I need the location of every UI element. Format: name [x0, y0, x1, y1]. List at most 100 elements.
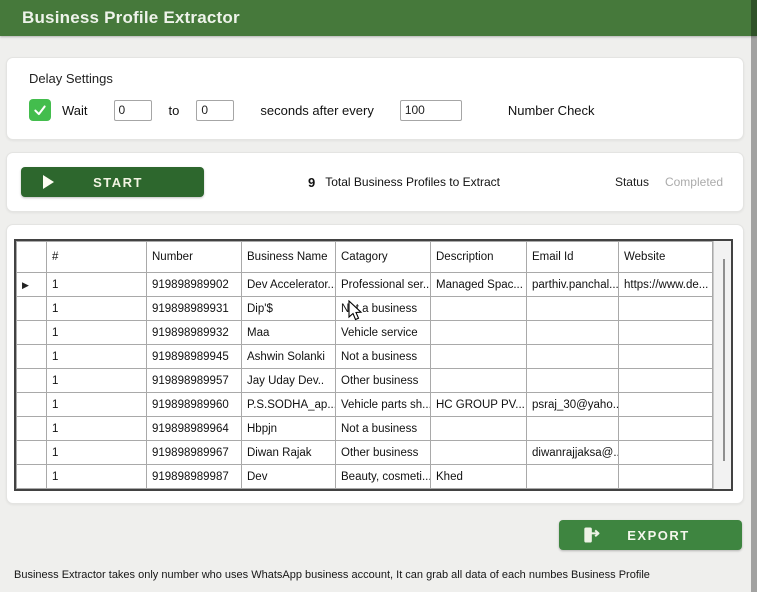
cell-email[interactable]: diwanrajjaksa@...: [527, 441, 619, 465]
status-label: Status: [615, 175, 649, 189]
table-row[interactable]: ▶1919898989902Dev Accelerator...Professi…: [17, 273, 713, 297]
wait-to-input[interactable]: [196, 100, 234, 121]
cell-number[interactable]: 919898989957: [147, 369, 242, 393]
cell-number[interactable]: 919898989960: [147, 393, 242, 417]
row-selector[interactable]: ▶: [17, 273, 47, 297]
start-button[interactable]: START: [21, 167, 204, 197]
cell-description[interactable]: [431, 441, 527, 465]
cell-description[interactable]: [431, 297, 527, 321]
table-row[interactable]: 1919898989967Diwan RajakOther business di…: [17, 441, 713, 465]
cell-number[interactable]: 919898989987: [147, 465, 242, 489]
grid-body: ▶1919898989902Dev Accelerator...Professi…: [17, 273, 713, 489]
cell-email[interactable]: psraj_30@yaho...: [527, 393, 619, 417]
row-selector[interactable]: [17, 465, 47, 489]
row-selector[interactable]: [17, 297, 47, 321]
cell-description[interactable]: [431, 417, 527, 441]
table-row[interactable]: 1919898989957Jay Uday Dev..Other busines…: [17, 369, 713, 393]
cell-email[interactable]: [527, 369, 619, 393]
cell-business_name[interactable]: Dev: [242, 465, 336, 489]
cell-description[interactable]: Managed Spac...: [431, 273, 527, 297]
cell-number[interactable]: 919898989964: [147, 417, 242, 441]
cell-catagory[interactable]: Other business: [336, 369, 431, 393]
cell-description[interactable]: Khed: [431, 465, 527, 489]
row-selector[interactable]: [17, 393, 47, 417]
cell-website[interactable]: [619, 297, 713, 321]
cell-num[interactable]: 1: [47, 297, 147, 321]
scrollbar-thumb[interactable]: [723, 259, 725, 461]
cell-num[interactable]: 1: [47, 321, 147, 345]
cell-num[interactable]: 1: [47, 441, 147, 465]
cell-email[interactable]: [527, 465, 619, 489]
cell-description[interactable]: [431, 345, 527, 369]
row-selector[interactable]: [17, 369, 47, 393]
cell-website[interactable]: https://www.de...: [619, 273, 713, 297]
table-row[interactable]: 1919898989932MaaVehicle service: [17, 321, 713, 345]
cell-email[interactable]: parthiv.panchal...: [527, 273, 619, 297]
column-header[interactable]: Email Id: [527, 242, 619, 273]
cell-email[interactable]: [527, 417, 619, 441]
table-row[interactable]: 1919898989987DevBeauty, cosmeti...Khed: [17, 465, 713, 489]
cell-num[interactable]: 1: [47, 369, 147, 393]
cell-website[interactable]: [619, 393, 713, 417]
cell-catagory[interactable]: Not a business: [336, 297, 431, 321]
row-selector[interactable]: [17, 417, 47, 441]
cell-catagory[interactable]: Vehicle service: [336, 321, 431, 345]
window-scrollbar[interactable]: [751, 0, 757, 592]
cell-number[interactable]: 919898989967: [147, 441, 242, 465]
cell-business_name[interactable]: Maa: [242, 321, 336, 345]
cell-description[interactable]: [431, 369, 527, 393]
column-header[interactable]: #: [47, 242, 147, 273]
cell-catagory[interactable]: Vehicle parts sh...: [336, 393, 431, 417]
cell-catagory[interactable]: Not a business: [336, 417, 431, 441]
table-row[interactable]: 1919898989960P.S.SODHA_ap...Vehicle part…: [17, 393, 713, 417]
column-header[interactable]: Description: [431, 242, 527, 273]
row-selector[interactable]: [17, 345, 47, 369]
cell-num[interactable]: 1: [47, 273, 147, 297]
column-header[interactable]: Business Name: [242, 242, 336, 273]
cell-catagory[interactable]: Not a business: [336, 345, 431, 369]
cell-email[interactable]: [527, 321, 619, 345]
cell-number[interactable]: 919898989932: [147, 321, 242, 345]
table-row[interactable]: 1919898989945Ashwin SolankiNot a busines…: [17, 345, 713, 369]
export-button[interactable]: EXPORT: [559, 520, 742, 550]
wait-from-input[interactable]: [114, 100, 152, 121]
cell-website[interactable]: [619, 417, 713, 441]
cell-catagory[interactable]: Professional ser...: [336, 273, 431, 297]
cell-num[interactable]: 1: [47, 393, 147, 417]
row-selector[interactable]: [17, 321, 47, 345]
cell-website[interactable]: [619, 321, 713, 345]
cell-website[interactable]: [619, 441, 713, 465]
wait-checkbox[interactable]: [29, 99, 51, 121]
cell-website[interactable]: [619, 369, 713, 393]
row-selector[interactable]: [17, 441, 47, 465]
cell-number[interactable]: 919898989902: [147, 273, 242, 297]
number-check-count-input[interactable]: [400, 100, 462, 121]
column-header[interactable]: Catagory: [336, 242, 431, 273]
cell-catagory[interactable]: Beauty, cosmeti...: [336, 465, 431, 489]
cell-num[interactable]: 1: [47, 417, 147, 441]
cell-business_name[interactable]: Dip'$: [242, 297, 336, 321]
cell-website[interactable]: [619, 465, 713, 489]
cell-business_name[interactable]: Ashwin Solanki: [242, 345, 336, 369]
cell-description[interactable]: HC GROUP PV...: [431, 393, 527, 417]
cell-catagory[interactable]: Other business: [336, 441, 431, 465]
cell-description[interactable]: [431, 321, 527, 345]
grid-vertical-scrollbar[interactable]: [713, 241, 731, 489]
cell-business_name[interactable]: P.S.SODHA_ap...: [242, 393, 336, 417]
cell-email[interactable]: [527, 345, 619, 369]
column-header[interactable]: Website: [619, 242, 713, 273]
cell-num[interactable]: 1: [47, 345, 147, 369]
cell-number[interactable]: 919898989945: [147, 345, 242, 369]
cell-business_name[interactable]: Dev Accelerator...: [242, 273, 336, 297]
column-header[interactable]: Number: [147, 242, 242, 273]
cell-business_name[interactable]: Diwan Rajak: [242, 441, 336, 465]
cell-business_name[interactable]: Hbpjn: [242, 417, 336, 441]
cell-email[interactable]: [527, 297, 619, 321]
table-row[interactable]: 1919898989964HbpjnNot a business: [17, 417, 713, 441]
table-row[interactable]: 1919898989931Dip'$Not a business: [17, 297, 713, 321]
cell-website[interactable]: [619, 345, 713, 369]
cell-business_name[interactable]: Jay Uday Dev..: [242, 369, 336, 393]
cell-num[interactable]: 1: [47, 465, 147, 489]
cell-number[interactable]: 919898989931: [147, 297, 242, 321]
total-profiles-count: 9: [308, 175, 315, 190]
